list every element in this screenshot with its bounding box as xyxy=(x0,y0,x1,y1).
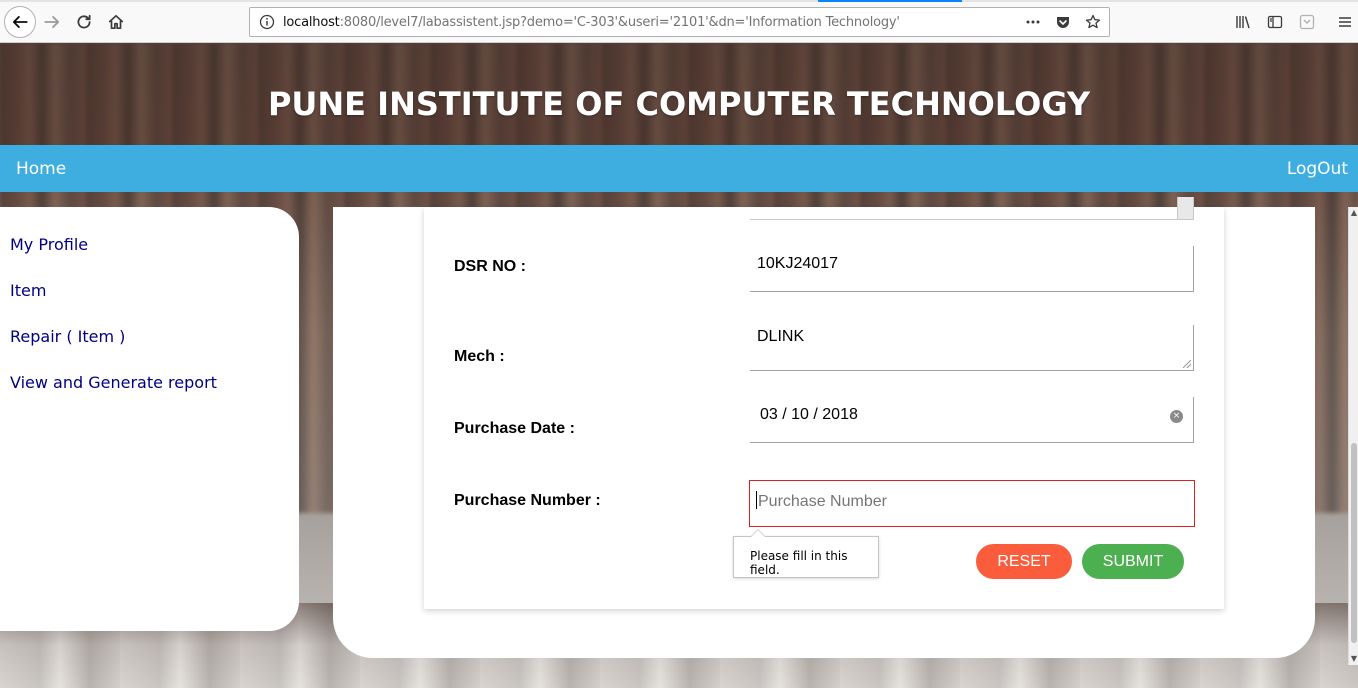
url-host: localhost xyxy=(283,14,340,30)
menu-icon[interactable] xyxy=(1333,10,1357,34)
mech-label: Mech : xyxy=(454,348,505,365)
mech-value: DLINK xyxy=(757,328,805,345)
sidebar-item-report[interactable]: View and Generate report xyxy=(0,373,299,393)
back-button[interactable] xyxy=(4,6,36,38)
textarea-scrollbar[interactable] xyxy=(1177,197,1193,219)
page-actions-icon[interactable] xyxy=(1023,12,1043,32)
reset-button[interactable]: RESET xyxy=(976,544,1072,579)
main-panel: DSR NO : 10KJ24017 Mech : DLINK Purchase… xyxy=(333,197,1315,658)
forward-button[interactable] xyxy=(38,8,66,36)
home-icon xyxy=(108,14,124,30)
sidebar-item-my-profile[interactable]: My Profile xyxy=(0,235,299,255)
address-bar[interactable]: localhost:8080/level7/labassistent.jsp?d… xyxy=(249,7,1110,37)
submit-button[interactable]: SUBMIT xyxy=(1082,544,1184,579)
header-banner: PUNE INSTITUTE OF COMPUTER TECHNOLOGY xyxy=(0,43,1358,145)
purchase-date-value: 03 / 10 / 2018 xyxy=(760,406,858,423)
text-caret xyxy=(756,491,757,509)
mech-textarea[interactable]: DLINK xyxy=(750,325,1194,371)
sidebar: My Profile Item Repair ( Item ) View and… xyxy=(0,207,299,631)
top-navbar: Home LogOut xyxy=(0,145,1358,192)
back-icon xyxy=(12,16,28,28)
reload-icon xyxy=(77,14,91,29)
url-path: :8080/level7/labassistent.jsp?demo='C-30… xyxy=(339,14,900,30)
purchase-number-label: Purchase Number : xyxy=(454,492,601,509)
sidebar-item-item[interactable]: Item xyxy=(0,281,299,301)
tab-strip xyxy=(0,0,1358,2)
purchase-date-input[interactable]: 03 / 10 / 2018 × xyxy=(750,397,1194,443)
page-viewport: PUNE INSTITUTE OF COMPUTER TECHNOLOGY Ho… xyxy=(0,43,1358,688)
pocket-icon[interactable] xyxy=(1053,12,1073,32)
logout-link[interactable]: LogOut xyxy=(1287,159,1348,179)
browser-toolbar: localhost:8080/level7/labassistent.jsp?d… xyxy=(0,0,1358,43)
forward-icon xyxy=(44,16,60,28)
site-title: PUNE INSTITUTE OF COMPUTER TECHNOLOGY xyxy=(267,85,1091,123)
scroll-down-icon[interactable]: ▼ xyxy=(1350,655,1358,663)
validation-tooltip: Please fill in this field. xyxy=(733,529,879,578)
dsr-label: DSR NO : xyxy=(454,258,526,275)
item-form-card: DSR NO : 10KJ24017 Mech : DLINK Purchase… xyxy=(424,197,1224,609)
purchase-number-placeholder: Purchase Number xyxy=(758,493,887,510)
purchase-number-input[interactable]: Purchase Number xyxy=(749,480,1195,527)
purchase-date-label: Purchase Date : xyxy=(454,420,575,437)
clear-date-icon[interactable]: × xyxy=(1170,410,1183,423)
page-scrollbar[interactable]: ▲ ▼ xyxy=(1348,207,1358,665)
url-text: localhost:8080/level7/labassistent.jsp?d… xyxy=(283,15,900,30)
home-button[interactable] xyxy=(102,8,130,36)
sidebar-item-repair[interactable]: Repair ( Item ) xyxy=(0,327,299,347)
bookmark-star-icon[interactable] xyxy=(1083,12,1103,32)
sidebar-icon[interactable] xyxy=(1263,10,1287,34)
reader-icon[interactable] xyxy=(1295,10,1319,34)
dsr-input[interactable]: 10KJ24017 xyxy=(750,246,1194,292)
home-link[interactable]: Home xyxy=(16,159,66,179)
resize-grip-icon[interactable] xyxy=(1183,360,1191,368)
previous-field-edge[interactable] xyxy=(750,197,1194,220)
library-icon[interactable] xyxy=(1231,10,1255,34)
scroll-up-icon[interactable]: ▲ xyxy=(1350,209,1358,217)
reload-button[interactable] xyxy=(70,8,98,36)
scrollbar-thumb[interactable] xyxy=(1351,443,1357,643)
info-icon[interactable] xyxy=(259,14,275,30)
active-tab-indicator xyxy=(818,0,962,2)
